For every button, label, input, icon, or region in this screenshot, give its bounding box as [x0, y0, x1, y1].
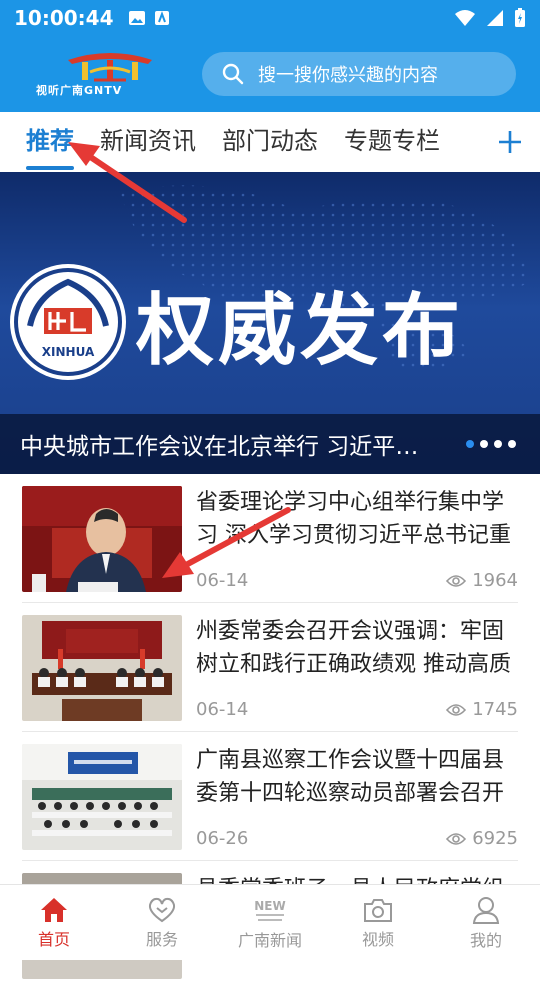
add-tab-button[interactable]: [480, 112, 540, 172]
tab-special[interactable]: 专题专栏: [331, 112, 453, 172]
news-thumbnail: [22, 615, 182, 721]
news-item[interactable]: 省委理论学习中心组举行集中学习 深入学习贯彻习近平总书记重要讲话精神 06-14…: [22, 474, 518, 603]
news-title: 省委理论学习中心组举行集中学习 深入学习贯彻习近平总书记重要讲话精神: [196, 490, 511, 548]
news-date: 06-14: [196, 570, 249, 591]
status-system-icons: [454, 8, 526, 28]
carousel-dot[interactable]: [466, 440, 474, 448]
search-placeholder: 搜一搜你感兴趣的内容: [258, 65, 438, 86]
news-view-count: 1964: [472, 570, 518, 591]
status-bar: 10:00:44: [0, 0, 540, 36]
app-logo[interactable]: 视听广南GNTV: [30, 50, 190, 100]
logo-text: 视听广南GNTV: [36, 84, 123, 97]
signal-icon: [487, 10, 503, 26]
carousel-dot[interactable]: [508, 440, 516, 448]
category-tabs: 推荐 新闻资讯 部门动态 专题专栏: [0, 112, 540, 172]
camera-icon: [364, 898, 392, 922]
status-time: 10:00:44: [14, 6, 114, 30]
news-title: 广南县巡察工作会议暨十四届县委第十四轮巡察动员部署会召开: [196, 748, 505, 806]
tabbar-services[interactable]: 服务: [108, 885, 216, 960]
tab-fade: [440, 112, 480, 172]
banner-title: 权威发布: [136, 286, 465, 376]
xinhua-seal-logo: XINHUA: [10, 264, 126, 380]
news-view-count: 6925: [472, 828, 518, 849]
tabbar-label: 视频: [361, 929, 394, 949]
svg-text:NEW: NEW: [254, 899, 285, 913]
battery-icon: [515, 8, 525, 27]
home-icon: [41, 897, 67, 922]
news-date: 06-26: [196, 828, 249, 849]
news-views: 1964: [446, 570, 518, 591]
carousel-dot[interactable]: [494, 440, 502, 448]
news-title: 州委常委会召开会议强调：牢固树立和践行正确政绩观 推动高质量发展: [196, 619, 511, 677]
search-icon: [222, 63, 244, 85]
seal-text: XINHUA: [42, 345, 95, 359]
heart-icon: [148, 897, 176, 922]
app-notification-icon: [154, 11, 169, 25]
plus-icon: [499, 131, 521, 153]
eye-icon: [446, 703, 467, 716]
tabbar-label: 首页: [37, 929, 70, 949]
tab-news[interactable]: 新闻资讯: [87, 112, 209, 172]
bottom-tab-bar: 首页 服务 NEW 广南新闻 视频 我的: [0, 884, 540, 960]
tab-list: 推荐 新闻资讯 部门动态 专题专栏: [0, 112, 480, 172]
tab-recommended[interactable]: 推荐: [13, 112, 87, 172]
news-views: 1745: [446, 699, 518, 720]
banner-carousel[interactable]: XINHUA 权威发布 中央城市工作会议在北京举行 习近平发表重要讲话: [0, 172, 540, 474]
eye-icon: [446, 574, 467, 587]
status-notification-icons: [128, 10, 170, 26]
logo-emblem: [68, 53, 152, 82]
banner-caption: 中央城市工作会议在北京举行 习近平发表重要讲话: [20, 434, 440, 460]
banner-caption-bar: 中央城市工作会议在北京举行 习近平发表重要讲话: [0, 414, 540, 474]
tabbar-label: 我的: [469, 930, 502, 950]
tabbar-guangnan-news[interactable]: NEW 广南新闻: [216, 885, 324, 960]
eye-icon: [446, 832, 467, 845]
search-bar[interactable]: 搜一搜你感兴趣的内容: [202, 52, 516, 96]
wifi-icon: [455, 10, 475, 26]
tabbar-video[interactable]: 视频: [324, 885, 432, 960]
user-icon: [472, 896, 500, 924]
tab-department[interactable]: 部门动态: [209, 112, 331, 172]
news-views: 6925: [446, 828, 518, 849]
news-item[interactable]: 州委常委会召开会议强调：牢固树立和践行正确政绩观 推动高质量发展 06-14 1…: [22, 603, 518, 732]
news-item[interactable]: 广南县巡察工作会议暨十四届县委第十四轮巡察动员部署会召开 06-26 6925: [22, 732, 518, 861]
news-date: 06-14: [196, 699, 249, 720]
tabbar-home[interactable]: 首页: [0, 885, 108, 960]
app-header: 视听广南GNTV 搜一搜你感兴趣的内容: [0, 36, 540, 112]
tabbar-mine[interactable]: 我的: [432, 885, 540, 960]
carousel-dot[interactable]: [480, 440, 488, 448]
tabbar-label: 服务: [145, 929, 178, 949]
news-thumbnail: [22, 486, 182, 592]
news-thumbnail: [22, 744, 182, 850]
news-view-count: 1745: [472, 699, 518, 720]
image-notification-icon: [128, 11, 145, 25]
news-icon: NEW: [254, 899, 286, 921]
tabbar-label: 广南新闻: [237, 930, 302, 950]
carousel-pager: [466, 440, 516, 448]
